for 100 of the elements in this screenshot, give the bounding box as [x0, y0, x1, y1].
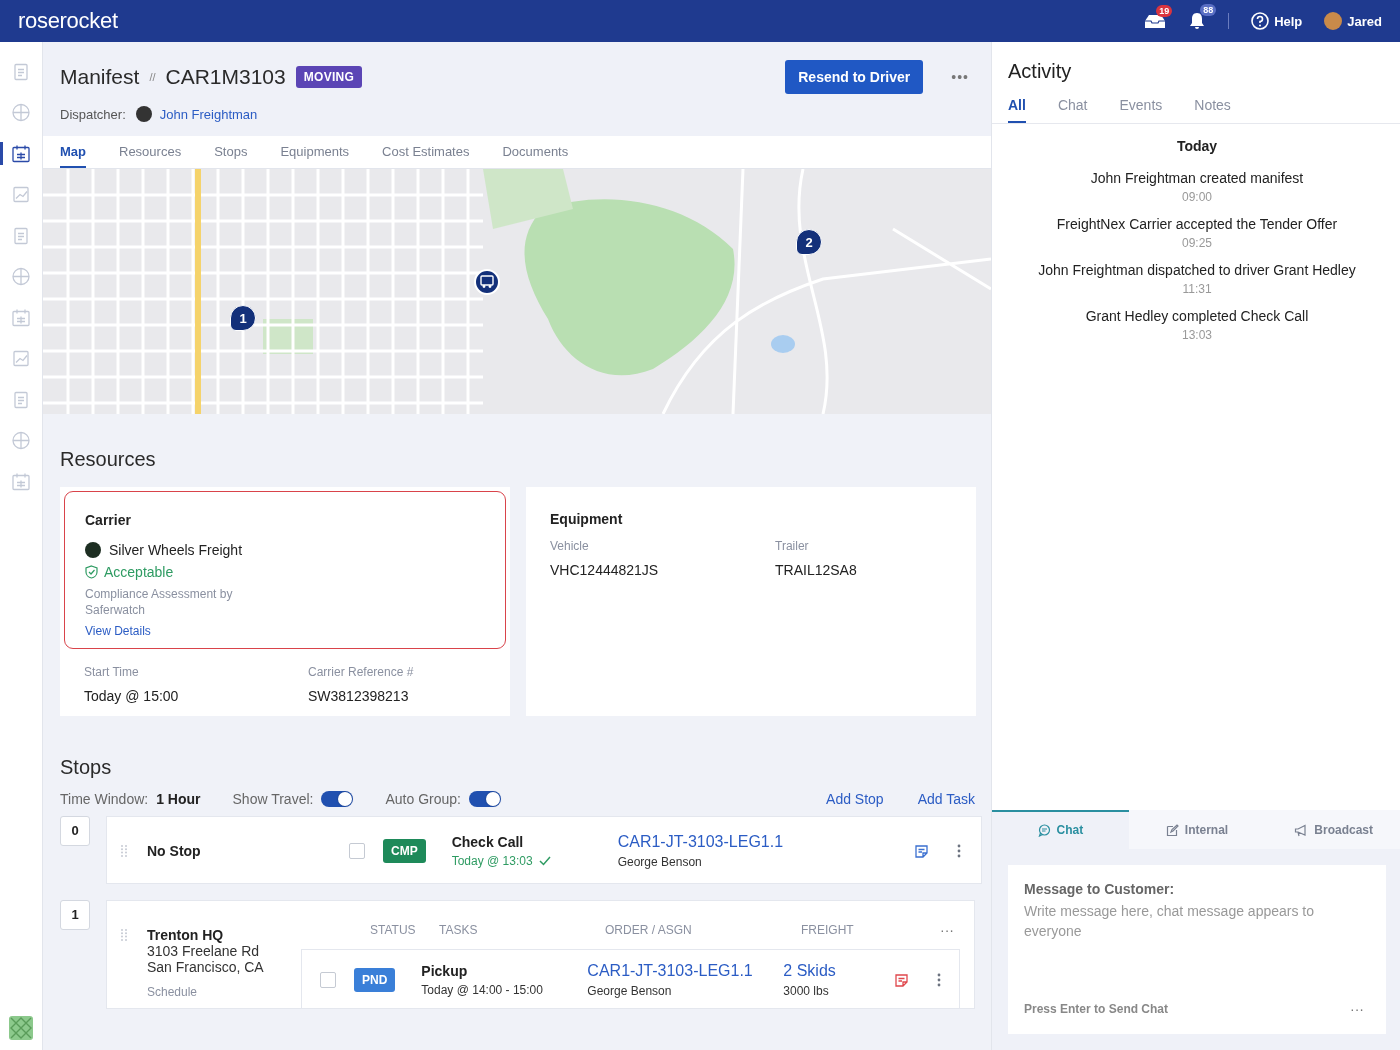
tab[interactable]: Stops — [214, 136, 248, 168]
more-button[interactable]: ··· — [1344, 1000, 1370, 1018]
note-icon[interactable] — [894, 972, 909, 988]
avatar-icon — [135, 106, 152, 122]
status-badge: PND — [354, 968, 396, 992]
note-icon[interactable] — [913, 843, 929, 859]
assignee: George Benson — [617, 855, 703, 869]
activity-time: 11:31 — [1182, 282, 1212, 296]
add-link[interactable]: Add Task — [917, 791, 975, 807]
tab[interactable]: Chat — [1057, 97, 1088, 123]
inbox-icon[interactable] — [1144, 13, 1167, 29]
address-line: San Francisco, CA — [147, 959, 264, 975]
checkmark-icon — [538, 856, 551, 866]
field-value: Today @ 15:00 — [84, 688, 180, 704]
dispatcher-link[interactable]: John Freightman — [159, 106, 258, 122]
column-header: STATUS — [370, 923, 417, 937]
activity-time: 09:25 — [1182, 236, 1212, 250]
more-button[interactable]: ··· — [934, 921, 960, 939]
help-button[interactable]: Help — [1251, 12, 1303, 30]
help-icon — [1251, 12, 1270, 30]
card-title: Carrier — [85, 512, 132, 528]
task-name: Check Call — [451, 834, 525, 850]
show-travel-toggle[interactable] — [321, 791, 354, 807]
stop-number: 0 — [60, 816, 90, 846]
activity-text: John Freightman created manifest — [1090, 170, 1304, 186]
schedule-link[interactable]: Schedule — [147, 985, 264, 999]
column-header: FREIGHT — [801, 923, 855, 937]
carrier-logo-icon — [85, 542, 101, 558]
page-title: Manifest — [60, 65, 140, 89]
field-value: VHC12444821JS — [550, 562, 660, 578]
tab[interactable]: Documents — [502, 136, 569, 168]
drag-handle-icon[interactable] — [121, 845, 127, 857]
breadcrumb-separator: // — [149, 71, 156, 83]
stop-number: 1 — [60, 900, 90, 930]
section-title: Stops — [60, 756, 113, 779]
megaphone-icon — [1294, 823, 1309, 837]
chat-icon — [1037, 823, 1051, 837]
show-travel-label: Show Travel: — [232, 791, 314, 807]
kebab-menu-icon[interactable] — [937, 973, 941, 987]
status-badge: CMP — [383, 839, 426, 863]
field-label: Trailer — [775, 539, 810, 553]
compliance-rating: Acceptable — [85, 564, 485, 580]
column-header: TASKS — [439, 923, 479, 937]
status-badge: MOVING — [295, 66, 363, 88]
activity-time: 09:00 — [1181, 190, 1212, 204]
time-window-label: Time Window: — [60, 791, 149, 807]
auto-group-label: Auto Group: — [385, 791, 461, 807]
activity-text: Grant Hedley completed Check Call — [1085, 308, 1309, 324]
activity-text: John Freightman dispatched to driver Grant Hedley — [1038, 262, 1356, 278]
app-logo-icon[interactable] — [9, 1016, 33, 1040]
drag-handle-icon[interactable] — [121, 929, 127, 941]
edit-icon — [1165, 823, 1179, 837]
order-link[interactable]: CAR1-JT-3103-LEG1.1 — [617, 833, 814, 851]
bell-icon[interactable] — [1188, 12, 1207, 30]
message-label: Message to Customer: — [1024, 881, 1176, 897]
tab[interactable]: Resources — [119, 136, 182, 168]
tab[interactable]: Broadcast — [1265, 810, 1400, 849]
card-title: Equipment — [550, 511, 624, 527]
tab[interactable]: All — [1008, 97, 1026, 123]
field-label: Carrier Reference # — [308, 665, 415, 679]
day-heading: Today — [1176, 138, 1218, 154]
field-value: SW3812398213 — [308, 688, 410, 704]
user-menu[interactable]: Jared — [1324, 12, 1382, 30]
section-title: Resources — [60, 448, 157, 471]
stop-name: Trenton HQ — [147, 927, 225, 943]
dispatcher-label: Dispatcher: — [60, 106, 126, 122]
manifest-id: CAR1M3103 — [165, 65, 286, 89]
kebab-menu-icon[interactable] — [956, 844, 961, 858]
task-time: Today @ 13:03 — [451, 854, 618, 868]
add-link[interactable]: Add Stop — [826, 791, 884, 807]
auto-group-toggle[interactable] — [468, 791, 501, 807]
field-label: Vehicle — [550, 539, 590, 553]
send-hint: Press Enter to Send Chat — [1024, 1002, 1169, 1016]
activity-text: FreightNex Carrier accepted the Tender Offer — [1056, 216, 1338, 232]
carrier-name: Silver Wheels Freight — [109, 542, 243, 558]
tab[interactable]: Internal — [1128, 810, 1266, 849]
freight-link[interactable]: 2 Skids — [783, 962, 884, 980]
view-details-link[interactable]: View Details — [85, 624, 485, 638]
field-value: TRAIL12SA8 — [775, 562, 858, 578]
stop-name: No Stop — [147, 843, 201, 859]
address-line: 3103 Freelane Rd — [147, 943, 261, 959]
task-time: Today @ 14:00 - 15:00 — [421, 983, 544, 997]
panel-title: Activity — [1008, 60, 1073, 83]
column-header: ORDER / ASGN — [605, 923, 693, 937]
order-link[interactable]: CAR1-JT-3103-LEG1.1 — [587, 962, 784, 980]
time-window-value[interactable]: 1 Hour — [156, 791, 201, 807]
logo[interactable]: roserocket — [18, 8, 118, 34]
tab[interactable]: Cost Estimates — [382, 136, 470, 168]
activity-time: 13:03 — [1181, 328, 1212, 342]
more-button[interactable]: ••• — [945, 68, 975, 86]
assignee: George Benson — [587, 984, 673, 998]
task-checkbox[interactable] — [320, 972, 336, 988]
tab[interactable]: Events — [1119, 97, 1163, 123]
task-checkbox[interactable] — [349, 843, 365, 859]
tab[interactable]: Notes — [1194, 97, 1231, 123]
notification-badge: 88 — [1200, 4, 1217, 16]
freight-weight: 3000 lbs — [783, 984, 830, 998]
tab[interactable]: Equipments — [280, 136, 350, 168]
resend-to-driver-button[interactable]: Resend to Driver — [785, 60, 924, 94]
message-field[interactable]: Message to Customer: Write message here, chat message appears to everyone Press Enter to Send Chat ··· — [1008, 865, 1386, 1034]
